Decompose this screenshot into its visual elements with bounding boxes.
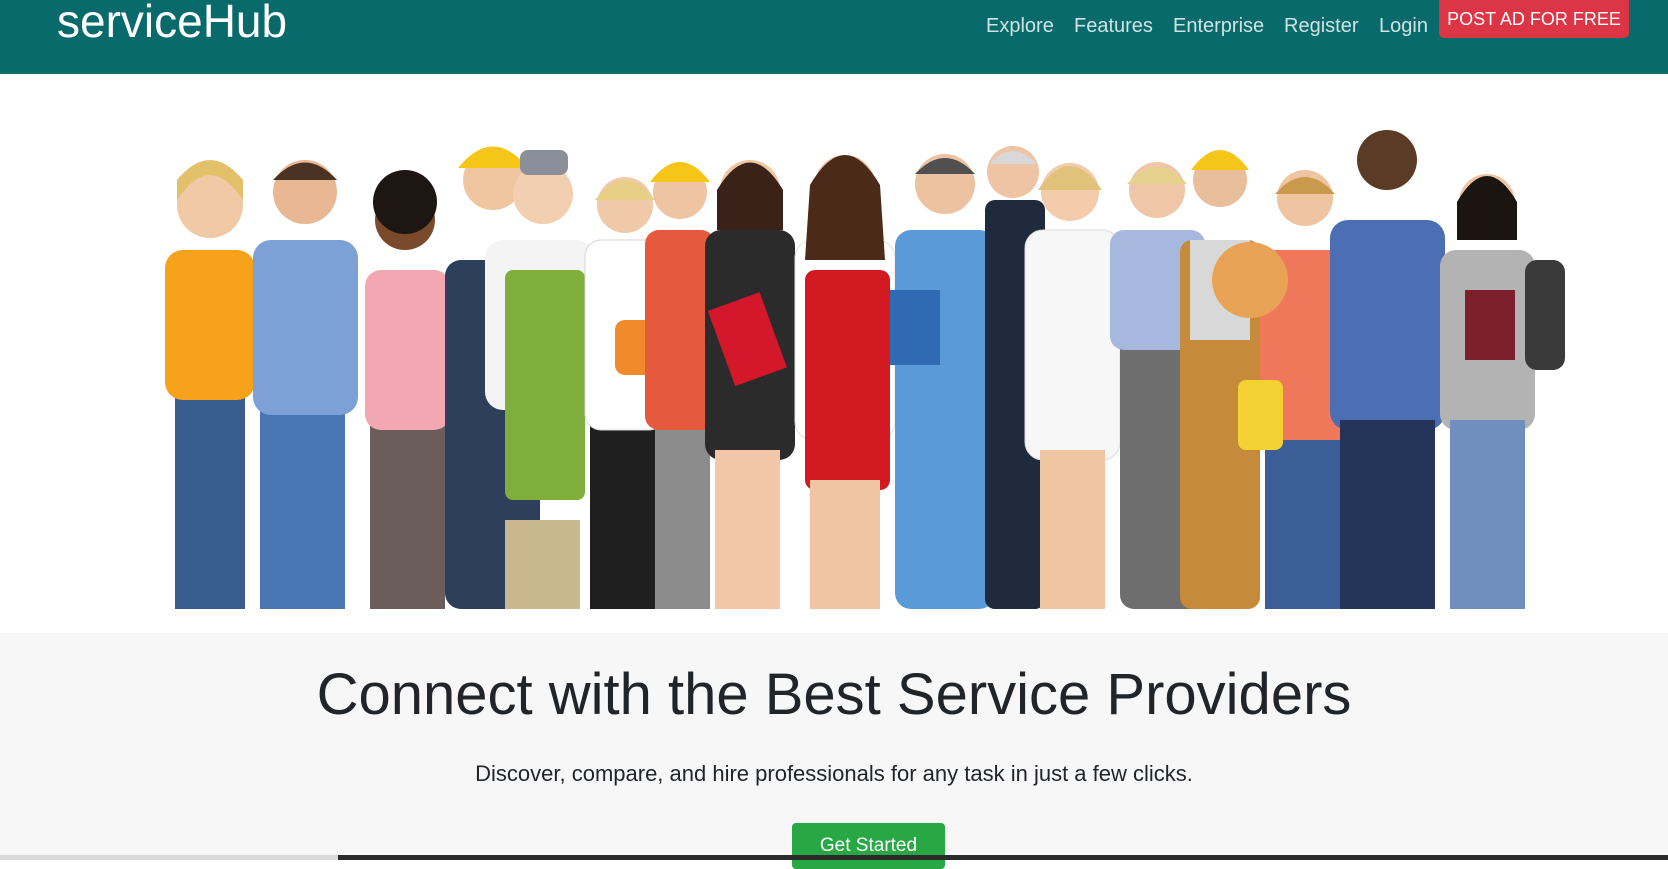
brand-logo[interactable]: serviceHub [57,0,287,44]
post-ad-button[interactable]: POST AD FOR FREE [1439,0,1629,38]
page-headline: Connect with the Best Service Providers [316,662,1352,727]
nav-link-features[interactable]: Features [1074,15,1153,38]
nav-link-register[interactable]: Register [1284,15,1358,38]
bottom-strip [0,855,338,860]
worker-figure [794,155,896,609]
intro-section: Connect with the Best Service Providers … [0,633,1668,869]
top-navbar: serviceHub Explore Features Enterprise R… [0,0,1668,74]
nav-link-explore[interactable]: Explore [986,15,1054,38]
nav-link-login[interactable]: Login [1379,15,1428,38]
workers-group-illustration [165,120,1565,609]
bottom-strip-dark [338,855,1668,860]
get-started-button[interactable]: Get Started [792,823,945,869]
hero-image [165,120,1565,609]
page-subheadline: Discover, compare, and hire professional… [475,761,1193,786]
nav-link-enterprise[interactable]: Enterprise [1173,15,1264,38]
